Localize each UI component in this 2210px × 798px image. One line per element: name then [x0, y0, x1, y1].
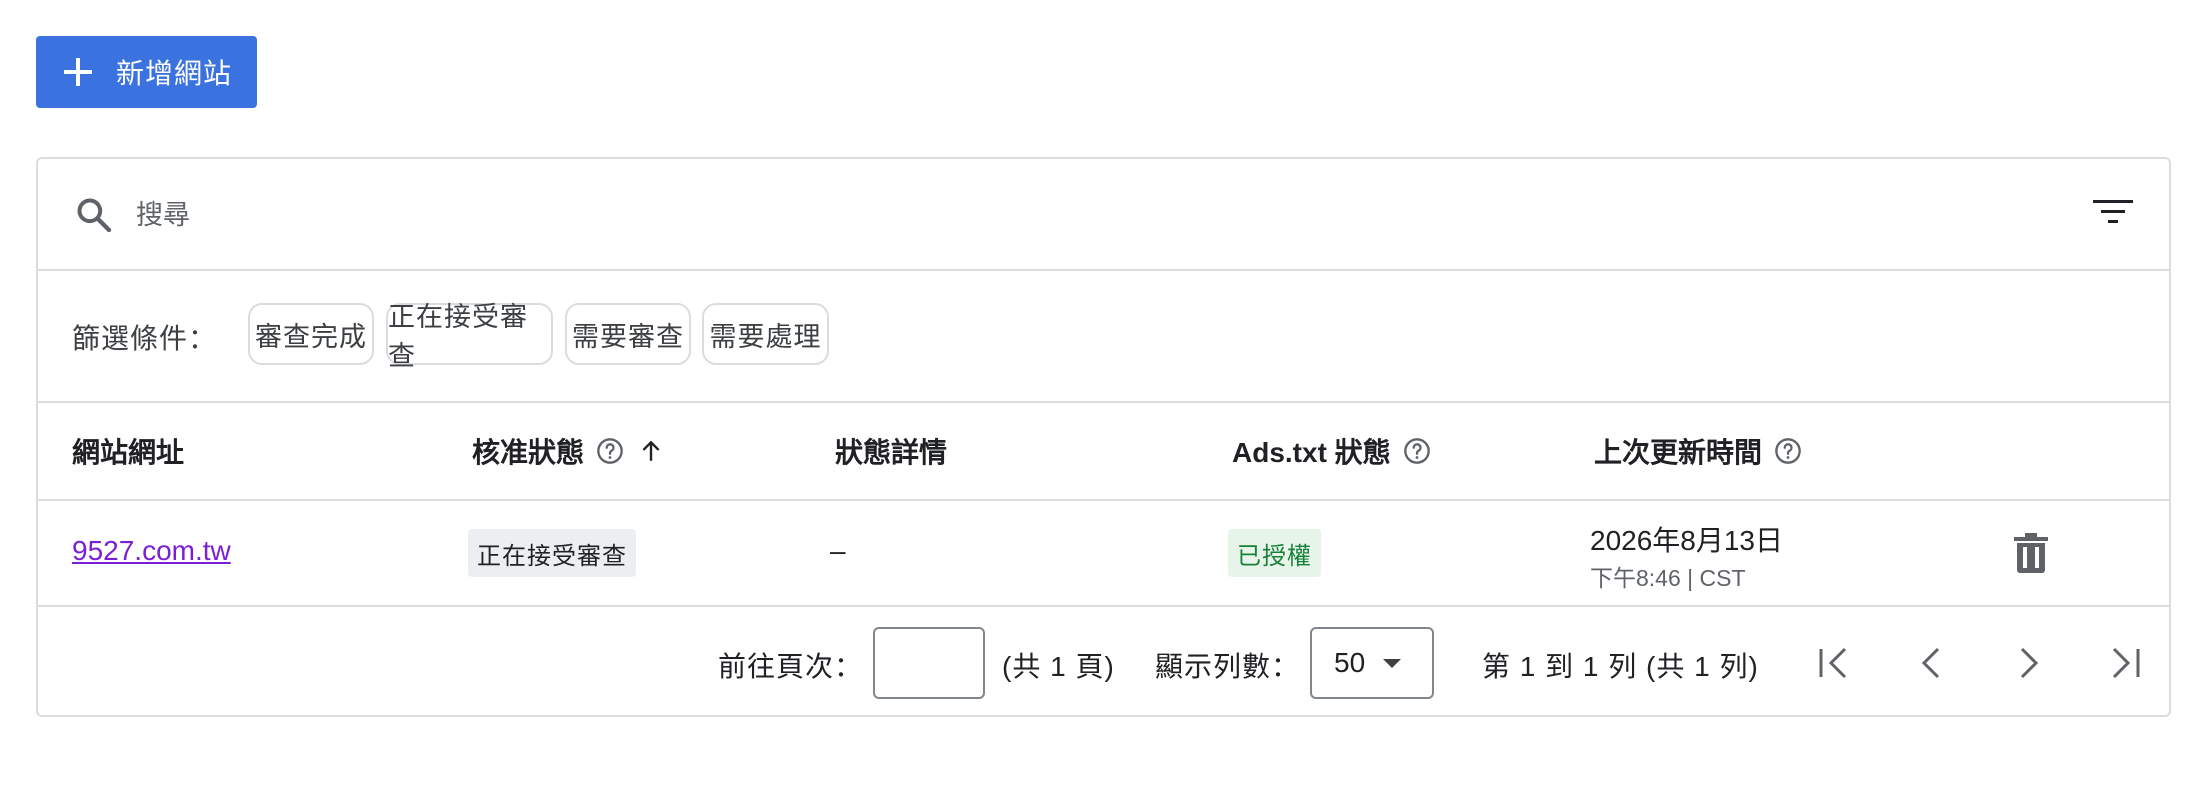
add-site-label: 新增網站	[116, 58, 233, 89]
range-text: 第 1 到 1 列 (共 1 列)	[1482, 651, 1759, 682]
search-input[interactable]	[134, 189, 1938, 241]
chip-needs-action[interactable]: 需要處理	[702, 303, 829, 365]
chip-needs-review[interactable]: 需要審查	[565, 303, 691, 365]
column-label: 網站網址	[72, 437, 185, 468]
table-row: 9527.com.tw 正在接受審查 – 已授權 2026年8月13日 下午8:…	[38, 501, 2169, 607]
goto-page-label: 前往頁次：	[718, 651, 864, 682]
last-updated-date: 2026年8月13日	[1590, 525, 1784, 556]
table-header: 網站網址 核准狀態 狀態詳情 Ads.txt 狀態 上次更新時間	[38, 403, 2169, 501]
site-url-link[interactable]: 9527.com.tw	[72, 535, 231, 567]
chevron-left-icon[interactable]	[1912, 643, 1952, 683]
last-updated-time: 下午8:46 | CST	[1590, 565, 1746, 591]
add-site-button[interactable]: 新增網站	[36, 36, 257, 108]
help-outline-icon[interactable]	[1403, 437, 1431, 465]
plus-icon	[64, 58, 92, 86]
column-header-last-updated[interactable]: 上次更新時間	[1594, 431, 1802, 471]
column-label: 狀態詳情	[835, 437, 948, 468]
chevron-down-icon	[1383, 658, 1402, 668]
column-header-approval-status[interactable]: 核准狀態	[472, 431, 664, 471]
column-header-ads-txt-status[interactable]: Ads.txt 狀態	[1232, 431, 1431, 471]
pagination-bar: 前往頁次： (共 1 頁) 顯示列數： 50 第 1 到 1 列 (共 1 列)	[38, 607, 2169, 717]
rows-per-page-label: 顯示列數：	[1155, 651, 1301, 682]
column-label: 核准狀態	[472, 437, 585, 468]
column-header-site-url[interactable]: 網站網址	[72, 431, 184, 471]
status-details-value: –	[830, 535, 846, 566]
help-outline-icon[interactable]	[1774, 437, 1802, 465]
filter-list-icon[interactable]	[2093, 197, 2133, 227]
total-pages-text: (共 1 頁)	[1002, 651, 1115, 682]
help-outline-icon[interactable]	[596, 437, 624, 465]
column-label: 上次更新時間	[1594, 437, 1763, 468]
goto-page-input[interactable]	[873, 627, 985, 699]
column-label: Ads.txt 狀態	[1232, 437, 1391, 468]
chip-under-review[interactable]: 正在接受審查	[386, 302, 553, 371]
search-bar	[38, 159, 2169, 271]
search-icon	[77, 198, 112, 233]
column-header-status-details[interactable]: 狀態詳情	[835, 431, 947, 471]
first-page-icon[interactable]	[1815, 643, 1855, 683]
filter-label: 篩選條件：	[72, 323, 218, 354]
arrow-up-icon[interactable]	[638, 438, 664, 464]
approval-status-badge: 正在接受審查	[468, 529, 636, 577]
trash-icon[interactable]	[2014, 533, 2048, 573]
rows-per-page-value: 50	[1334, 647, 1366, 678]
sites-page: 新增網站 篩選條件： 審查完成 正在接受審查 需要審查 需要處理	[0, 0, 2210, 798]
last-page-icon[interactable]	[2104, 643, 2144, 683]
filter-chips-row: 篩選條件： 審查完成 正在接受審查 需要審查 需要處理	[38, 271, 2169, 403]
ads-txt-status-badge: 已授權	[1228, 529, 1321, 577]
chevron-right-icon[interactable]	[2008, 643, 2048, 683]
sites-table-card: 篩選條件： 審查完成 正在接受審查 需要審查 需要處理 網站網址 核准狀態	[36, 157, 2171, 717]
rows-per-page-select[interactable]: 50	[1310, 627, 1434, 699]
chip-review-complete[interactable]: 審查完成	[248, 303, 374, 365]
